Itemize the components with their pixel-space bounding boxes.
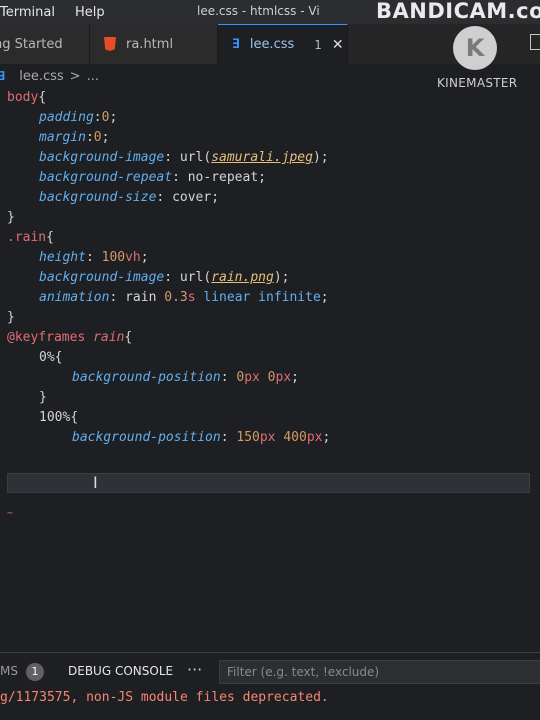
tab-label: ng Started xyxy=(0,36,63,52)
console-output-line: g/1173575, non-JS module files deprecate… xyxy=(0,690,329,705)
code-line: padding:0; xyxy=(39,110,118,125)
tab-getting-started[interactable]: ng Started xyxy=(0,24,90,64)
tab-lee-css[interactable]: ∃ lee.css 1 ✕ xyxy=(218,24,348,64)
code-line: background-image: url(samurali.jpeg); xyxy=(39,150,329,165)
menu-terminal[interactable]: Terminal xyxy=(0,5,65,20)
code-line: } xyxy=(39,390,47,405)
problem-count-badge: 1 xyxy=(314,37,322,52)
code-line: body{ xyxy=(7,90,47,105)
panel-tab-bar: MS 1 DEBUG CONSOLE ··· Filter (e.g. text… xyxy=(0,653,540,689)
current-line-highlight xyxy=(7,473,530,493)
code-line: background-position: 150px 400px; xyxy=(72,430,331,445)
code-line: height: 100vh; xyxy=(39,250,149,265)
code-line: background-image: url(rain.png); xyxy=(39,270,290,285)
more-actions-icon[interactable]: ··· xyxy=(187,660,202,679)
code-line: animation: rain 0.3s linear infinite; xyxy=(39,290,329,305)
kinemaster-logo: K xyxy=(453,26,497,70)
code-editor[interactable]: body{ padding:0; margin:0; background-im… xyxy=(0,88,540,648)
chevron-right-icon: > xyxy=(69,68,81,84)
breadcrumb-file[interactable]: lee.css xyxy=(19,69,63,84)
code-line: background-position: 0px 0px; xyxy=(72,370,299,385)
code-line: @keyframes rain{ xyxy=(7,330,133,345)
code-line: } xyxy=(7,210,15,225)
code-line: } xyxy=(7,310,15,325)
tab-label: lee.css xyxy=(249,37,295,52)
tab-debug-console[interactable]: DEBUG CONSOLE xyxy=(68,664,173,678)
bandicam-watermark: BANDICAM.co xyxy=(376,0,540,23)
breadcrumb-more[interactable]: ... xyxy=(87,69,99,84)
close-icon[interactable]: ✕ xyxy=(332,37,344,53)
code-line: background-size: cover; xyxy=(39,190,220,205)
breadcrumb: ∃ lee.css > ... xyxy=(0,66,99,86)
split-editor-icon[interactable] xyxy=(530,34,540,50)
css-file-icon: ∃ xyxy=(0,69,6,83)
code-line: margin:0; xyxy=(39,130,110,145)
html-file-icon xyxy=(104,37,116,51)
filter-input[interactable]: Filter (e.g. text, !exclude) xyxy=(219,660,540,684)
window-title: lee.css - htmlcss - Vi xyxy=(197,4,320,18)
tab-problems[interactable]: MS xyxy=(0,664,18,678)
code-line: .rain{ xyxy=(7,230,54,245)
error-squiggle: ~ xyxy=(7,508,14,519)
text-cursor-icon: I xyxy=(93,473,98,492)
menu-help[interactable]: Help xyxy=(65,5,115,20)
code-line: 0%{ xyxy=(39,350,63,365)
tab-ra-html[interactable]: ra.html xyxy=(90,24,218,64)
tab-label: ra.html xyxy=(126,36,174,52)
code-line: 100%{ xyxy=(39,410,79,425)
problems-count-badge: 1 xyxy=(26,663,44,681)
code-line: background-repeat: no-repeat; xyxy=(39,170,266,185)
css-file-icon: ∃ xyxy=(232,37,240,52)
